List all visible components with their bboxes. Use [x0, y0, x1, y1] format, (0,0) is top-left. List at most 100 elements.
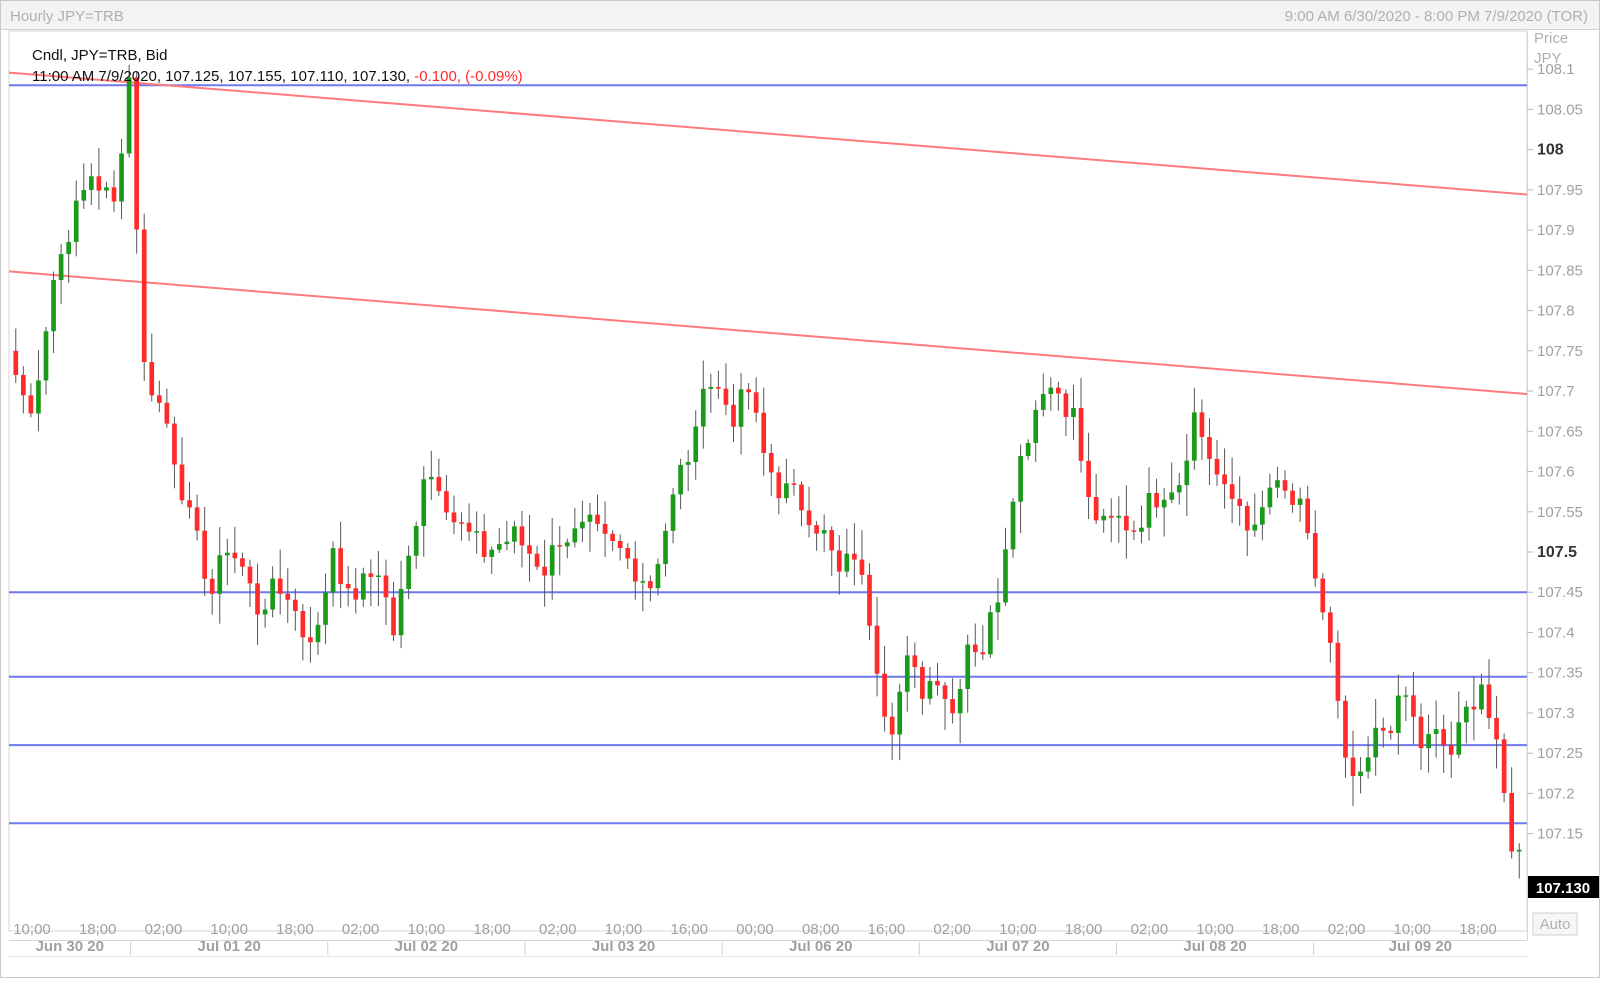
candle-body — [172, 423, 177, 465]
candle-body — [224, 552, 230, 556]
candle-body — [1494, 717, 1499, 740]
candle-body — [1260, 507, 1265, 525]
candle-body — [564, 542, 570, 547]
candle-body — [610, 533, 615, 542]
time-tick-label: 18:00 — [1065, 921, 1103, 938]
candle-body — [1056, 387, 1061, 394]
candle-body — [119, 153, 124, 202]
candle-body — [28, 395, 34, 414]
candle-body — [791, 483, 797, 485]
candle-body — [904, 655, 910, 692]
candle-body — [882, 673, 887, 717]
candle-body — [844, 553, 850, 572]
candle-body — [1373, 727, 1379, 758]
candle-body — [111, 187, 117, 202]
candle-body — [285, 593, 291, 600]
candle-body — [104, 187, 109, 191]
candle-body — [632, 558, 638, 582]
time-tick-label: 02:00 — [539, 921, 577, 938]
candle — [1010, 497, 1016, 558]
candle-body — [859, 559, 865, 575]
candle-body — [572, 528, 578, 543]
candle-body — [1486, 684, 1492, 718]
candle-body — [315, 624, 321, 643]
time-tick-label: 16:00 — [868, 921, 906, 938]
plot-area[interactable] — [8, 30, 1528, 932]
candle-body — [512, 526, 517, 542]
candle-body — [761, 412, 767, 453]
time-tick-label: 10:00 — [605, 921, 643, 938]
candle-body — [376, 575, 381, 578]
candle-body — [1252, 524, 1258, 531]
candle-body — [1335, 642, 1341, 701]
candle-body — [43, 331, 49, 381]
candle-body — [1229, 484, 1235, 499]
price-tick-label: 107.2 — [1537, 785, 1575, 802]
candle-body — [1456, 722, 1462, 755]
price-tick-label: 107.65 — [1537, 423, 1583, 440]
price-tick-label: 107.25 — [1537, 745, 1583, 762]
legend-ohlc: 11:00 AM 7/9/2020, 107.125, 107.155, 107… — [32, 68, 523, 85]
candle-body — [73, 200, 79, 242]
candle-body — [1516, 849, 1522, 852]
candle-body — [308, 637, 313, 643]
candle-body — [950, 699, 955, 714]
candle — [1501, 733, 1507, 803]
candle-body — [1433, 729, 1439, 735]
candle-body — [995, 602, 1001, 613]
time-tick-label: 10:00 — [408, 921, 446, 938]
candle-body — [874, 625, 880, 674]
candle-body — [398, 588, 404, 636]
candle-body — [428, 476, 434, 480]
chart-svg: Hourly JPY=TRB 9:00 AM 6/30/2020 - 8:00 … — [0, 0, 1600, 978]
candle-body — [1426, 734, 1431, 749]
candle-body — [708, 386, 714, 389]
candle-body — [217, 555, 223, 594]
candle-body — [1237, 498, 1243, 506]
price-tick-label: 107.95 — [1537, 182, 1583, 199]
date-range: 9:00 AM 6/30/2020 - 8:00 PM 7/9/2020 (TO… — [1285, 8, 1588, 25]
candle-body — [1116, 515, 1122, 518]
candle-body — [1312, 533, 1318, 579]
candle-body — [580, 521, 585, 529]
candle-body — [912, 655, 918, 668]
candle — [134, 72, 139, 254]
candle-body — [1154, 492, 1159, 508]
time-tick-label: 02:00 — [933, 921, 971, 938]
candle-body — [164, 402, 170, 424]
candle-body — [806, 510, 812, 526]
candle-body — [1040, 394, 1046, 410]
candle-body — [270, 578, 275, 610]
price-tick-label: 107.15 — [1537, 826, 1583, 843]
price-tick-label: 107.8 — [1537, 303, 1575, 320]
candle-body — [814, 525, 819, 534]
candle-body — [685, 461, 691, 465]
price-tick-label: 107.4 — [1537, 624, 1575, 641]
current-price-label: 107.130 — [1536, 880, 1590, 897]
candle-body — [700, 388, 706, 427]
candle-body — [413, 526, 419, 556]
candle-body — [942, 685, 948, 700]
candle-body — [1161, 499, 1167, 508]
candle-body — [1448, 745, 1454, 755]
candle-body — [421, 479, 427, 527]
candle-body — [474, 531, 479, 533]
price-tick-label: 107.85 — [1537, 262, 1583, 279]
candle-body — [1071, 407, 1076, 417]
candle-body — [663, 530, 668, 565]
auto-scale-label: Auto — [1540, 916, 1571, 933]
candle-body — [126, 77, 132, 154]
candle-body — [1025, 442, 1031, 456]
candle-body — [255, 583, 260, 615]
candle-body — [527, 545, 532, 554]
candle-body — [716, 386, 721, 389]
price-tick-label: 108.05 — [1537, 101, 1583, 118]
candle-body — [134, 77, 139, 230]
candle-body — [1101, 515, 1107, 521]
candle-body — [1078, 407, 1084, 461]
candle-body — [451, 512, 457, 523]
price-tick-label: 107.9 — [1537, 222, 1575, 239]
window-title: Hourly JPY=TRB — [10, 8, 124, 25]
candle-body — [768, 452, 774, 473]
candle-body — [81, 190, 87, 201]
